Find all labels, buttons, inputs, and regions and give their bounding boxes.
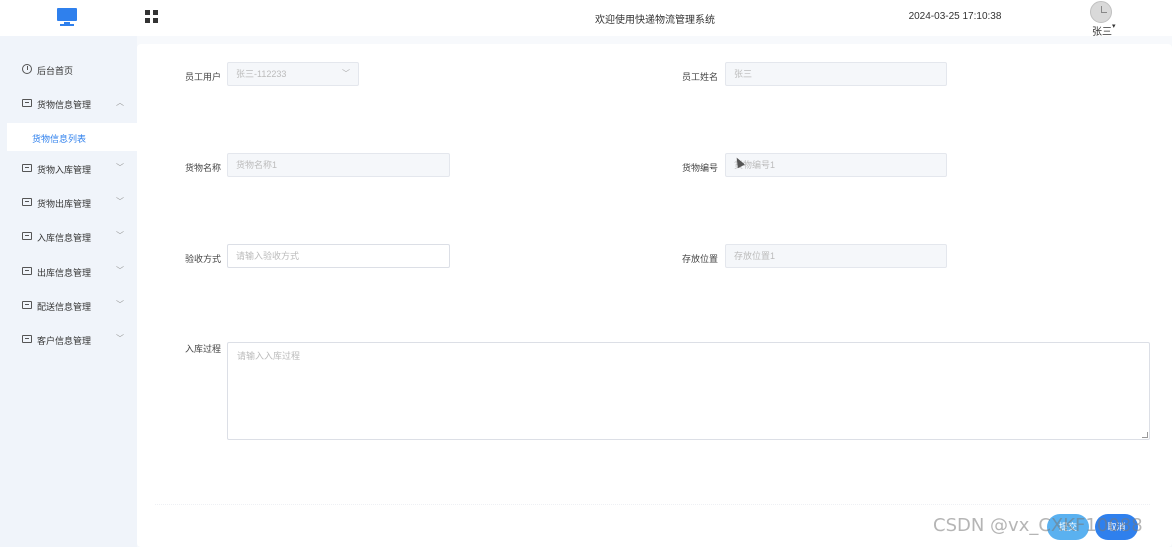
location-value: 存放位置1 [734,251,776,261]
employee-name-label: 员工姓名 [681,72,718,82]
goods-name-value: 货物名称1 [236,160,278,170]
chevron-down-icon: ﹀ [116,266,124,275]
sidebar-item-goods-info[interactable]: 货物信息管理 ︿ [0,92,137,116]
list-icon [22,232,32,240]
sidebar-item-goods-inbound[interactable]: 货物入库管理 ﹀ [0,157,137,181]
goods-code-label: 货物编号 [681,163,718,173]
process-label: 入库过程 [184,344,221,354]
user-dropdown-chevron-icon[interactable]: ▾ [1112,22,1116,30]
form-panel: 员工用户 张三-112233 ﹀ 员工姓名 张三 货物名称 货物名称1 货物编号… [137,44,1172,547]
acceptance-field[interactable] [227,244,450,268]
chevron-down-icon: ﹀ [116,300,124,309]
sidebar-item-inbound-info[interactable]: 入库信息管理 ﹀ [0,225,137,249]
top-header: 欢迎使用快递物流管理系统 2024-03-25 17:10:38 张三 ▾ [0,0,1172,38]
sidebar-item-customer-info[interactable]: 客户信息管理 ﹀ [0,328,137,352]
chevron-down-icon: ﹀ [116,197,124,206]
employee-name-value: 张三 [734,69,753,79]
list-icon [22,301,32,309]
employee-user-label: 员工用户 [184,72,221,82]
location-field: 存放位置1 [725,244,947,268]
sidebar-item-label: 客户信息管理 [37,336,92,346]
sidebar-subitem-label: 货物信息列表 [32,134,87,144]
sidebar-item-goods-outbound[interactable]: 货物出库管理 ﹀ [0,191,137,215]
sidebar-item-label: 出库信息管理 [37,268,92,278]
list-icon [22,335,32,343]
clock-icon [22,64,32,74]
acceptance-label: 验收方式 [184,254,221,264]
menu-grid-icon[interactable] [145,10,158,23]
sidebar-item-label: 配送信息管理 [37,302,92,312]
sidebar-item-label: 货物信息管理 [37,100,92,110]
sidebar: 后台首页 货物信息管理 ︿ 货物信息列表 货物入库管理 ﹀ 货物出库管理 ﹀ 入… [0,36,137,547]
list-icon [22,164,32,172]
resize-grip-icon[interactable] [1142,432,1148,438]
user-avatar[interactable] [1090,1,1112,23]
chevron-down-icon: ﹀ [116,231,124,240]
chevron-up-icon: ︿ [116,98,124,107]
sidebar-item-outbound-info[interactable]: 出库信息管理 ﹀ [0,260,137,284]
sidebar-item-label: 货物出库管理 [37,199,92,209]
goods-code-field: 货物编号1 [725,153,947,177]
list-icon [22,267,32,275]
goods-name-label: 货物名称 [184,163,221,173]
process-textarea[interactable] [228,343,1149,439]
sidebar-item-label: 入库信息管理 [37,233,92,243]
list-icon [22,99,32,107]
employee-name-field: 张三 [725,62,947,86]
sidebar-item-delivery-info[interactable]: 配送信息管理 ﹀ [0,294,137,318]
current-datetime: 2024-03-25 17:10:38 [908,11,1002,22]
chevron-down-icon: ﹀ [116,163,124,172]
chevron-down-icon: ﹀ [342,69,350,78]
goods-name-field: 货物名称1 [227,153,450,177]
sidebar-item-label: 货物入库管理 [37,165,92,175]
employee-user-value: 张三-112233 [236,69,287,79]
sidebar-item-dashboard[interactable]: 后台首页 [0,58,137,82]
site-title: 欢迎使用快递物流管理系统 [595,15,715,26]
employee-user-select[interactable]: 张三-112233 ﹀ [227,62,359,86]
sidebar-subitem-goods-list[interactable]: 货物信息列表 [7,123,137,151]
chevron-down-icon: ﹀ [116,334,124,343]
acceptance-input[interactable] [236,251,441,261]
sidebar-item-label: 后台首页 [37,66,74,76]
list-icon [22,198,32,206]
process-textarea-wrap[interactable] [227,342,1150,440]
monitor-logo-icon [57,8,77,26]
location-label: 存放位置 [681,254,718,264]
watermark: CSDN @vx_CXKF10088 [933,515,1143,536]
divider [155,504,1150,505]
main-content: 员工用户 张三-112233 ﹀ 员工姓名 张三 货物名称 货物名称1 货物编号… [137,36,1172,547]
